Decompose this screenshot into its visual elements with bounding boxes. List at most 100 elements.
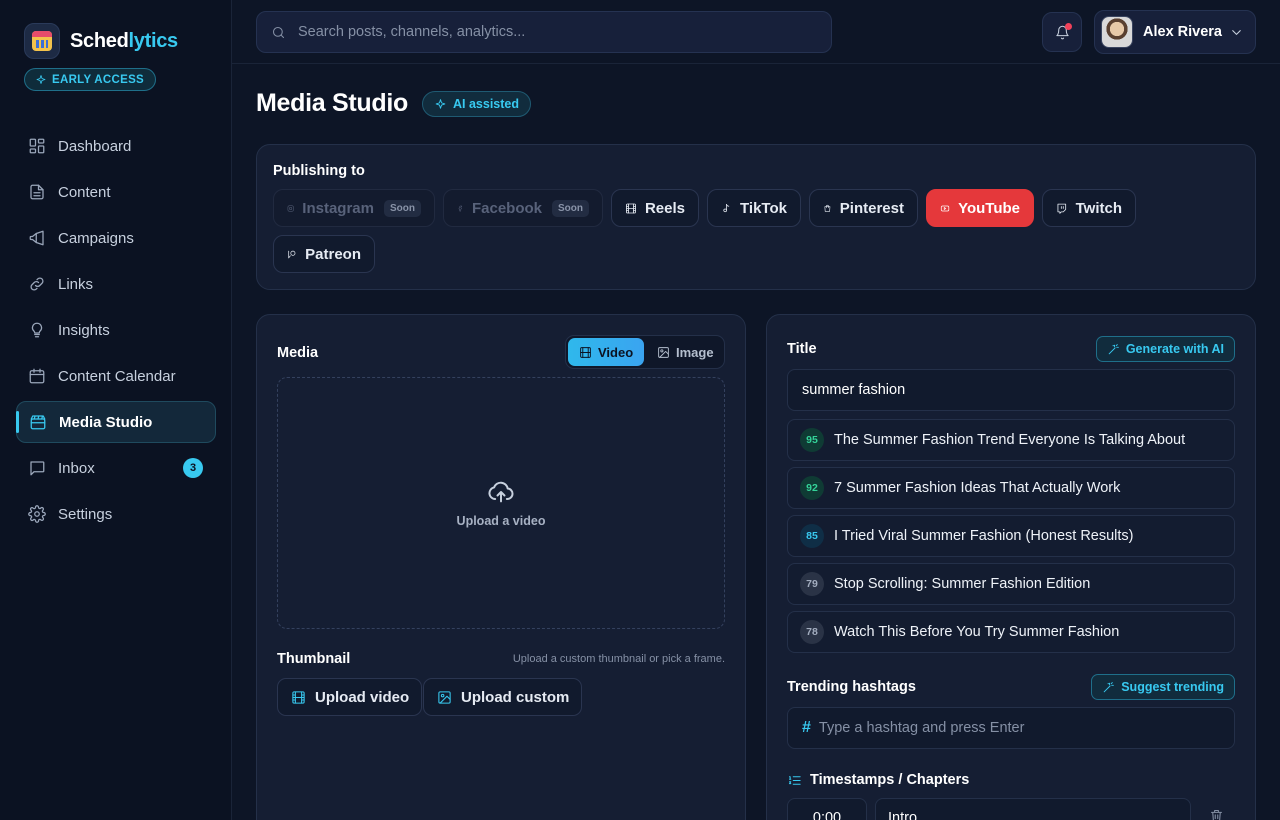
media-title: Media: [277, 345, 319, 361]
image-icon: [658, 346, 669, 358]
user-menu-button[interactable]: Alex Rivera: [1094, 10, 1256, 54]
timestamp-label-input[interactable]: Intro: [875, 798, 1191, 820]
twitch-icon: [1057, 203, 1067, 214]
score-badge: 79: [800, 572, 824, 596]
sidebar-item-label: Settings: [58, 505, 113, 523]
hashtag-input[interactable]: [818, 720, 1219, 736]
video-toggle-button[interactable]: Video: [568, 338, 645, 366]
sidebar-item-label: Campaigns: [58, 229, 134, 247]
notifications-button[interactable]: [1042, 12, 1082, 52]
link-icon: [30, 277, 44, 291]
file-icon: [30, 184, 44, 200]
title-suggestion[interactable]: 95 The Summer Fashion Trend Everyone Is …: [787, 419, 1235, 461]
sidebar-item-inbox[interactable]: Inbox 3: [16, 447, 216, 489]
channel-pinterest[interactable]: Pinterest: [809, 189, 918, 227]
notification-dot: [1065, 23, 1072, 30]
suggest-trending-button[interactable]: Suggest trending: [1091, 674, 1235, 700]
channel-instagram[interactable]: Instagram Soon: [273, 189, 435, 227]
sidebar-item-links[interactable]: Links: [16, 263, 216, 305]
grid-icon: [29, 138, 45, 154]
publishing-card: Publishing to Instagram Soon Facebook So…: [256, 144, 1256, 290]
cloud-upload-icon: [488, 481, 514, 503]
youtube-icon: [940, 205, 950, 211]
sidebar-item-media-studio[interactable]: Media Studio: [16, 401, 216, 443]
details-card: Title Generate with AI summer fashion 95…: [766, 314, 1256, 820]
timestamp-time-input[interactable]: 0:00: [787, 798, 867, 820]
title-suggestion[interactable]: 78 Watch This Before You Try Summer Fash…: [787, 611, 1235, 653]
sidebar-item-label: Insights: [58, 321, 110, 339]
upload-text: Upload a video: [456, 514, 546, 528]
inbox-count-badge: 3: [183, 458, 203, 478]
sidebar-item-label: Content: [58, 183, 111, 201]
sparkle-icon: [36, 74, 46, 84]
facebook-icon: [458, 205, 462, 211]
sidebar-item-settings[interactable]: Settings: [16, 493, 216, 535]
title-suggestion[interactable]: 85 I Tried Viral Summer Fashion (Honest …: [787, 515, 1235, 557]
ai-assisted-badge: AI assisted: [422, 91, 532, 117]
magic-wand-icon: [1103, 681, 1115, 692]
upload-video-button[interactable]: Upload video: [277, 678, 423, 716]
list-ordered-icon: [788, 775, 801, 785]
image-plus-icon: [438, 690, 451, 704]
score-badge: 78: [800, 620, 824, 644]
sidebar-item-dashboard[interactable]: Dashboard: [16, 125, 216, 167]
chevron-down-icon: [1232, 30, 1241, 35]
timestamps-heading: Timestamps / Chapters: [787, 772, 969, 788]
hashtags-label: Trending hashtags: [787, 679, 916, 695]
publishing-title: Publishing to: [273, 163, 365, 179]
sidebar-item-label: Content Calendar: [58, 367, 176, 385]
sidebar-item-label: Dashboard: [58, 137, 132, 155]
channel-youtube[interactable]: YouTube: [926, 189, 1034, 227]
brand-logo-icon: [24, 23, 60, 59]
channel-twitch[interactable]: Twitch: [1042, 189, 1136, 227]
instagram-icon: [287, 205, 294, 211]
top-bar: Alex Rivera: [232, 0, 1280, 64]
title-suggestion[interactable]: 79 Stop Scrolling: Summer Fashion Editio…: [787, 563, 1235, 605]
sidebar-item-content[interactable]: Content: [16, 171, 216, 213]
video-dropzone[interactable]: Upload a video: [277, 377, 725, 629]
sidebar-item-campaigns[interactable]: Campaigns: [16, 217, 216, 259]
film-icon: [626, 203, 636, 213]
title-suggestion[interactable]: 92 7 Summer Fashion Ideas That Actually …: [787, 467, 1235, 509]
brand-name: Schedlytics: [70, 29, 178, 52]
sidebar-item-content-calendar[interactable]: Content Calendar: [16, 355, 216, 397]
gear-icon: [28, 505, 46, 523]
film-icon: [580, 346, 591, 358]
upload-custom-button[interactable]: Upload custom: [423, 678, 583, 716]
thumbnail-title: Thumbnail: [277, 651, 351, 667]
generate-with-ai-button[interactable]: Generate with AI: [1095, 336, 1235, 362]
hashtag-field[interactable]: #: [787, 707, 1235, 749]
channel-facebook[interactable]: Facebook Soon: [443, 189, 603, 227]
image-toggle-button[interactable]: Image: [646, 338, 725, 366]
calendar-icon: [29, 368, 45, 384]
lightbulb-icon: [31, 322, 43, 338]
sidebar-item-label: Media Studio: [59, 413, 153, 431]
page-title: Media Studio: [256, 89, 408, 117]
search-icon: [272, 26, 285, 38]
channel-patreon[interactable]: Patreon: [273, 235, 375, 273]
sidebar-item-label: Links: [58, 275, 94, 293]
clapperboard-icon: [30, 415, 46, 430]
trash-icon[interactable]: [1209, 808, 1224, 820]
film-icon: [292, 690, 305, 704]
title-label: Title: [787, 341, 817, 357]
bag-icon: [824, 204, 831, 212]
patreon-icon: [288, 250, 296, 258]
score-badge: 85: [800, 524, 824, 548]
media-type-toggle: Video Image: [565, 335, 725, 369]
brand[interactable]: Schedlytics: [24, 23, 178, 59]
sidebar-item-insights[interactable]: Insights: [16, 309, 216, 351]
sidebar-item-label: Inbox: [58, 459, 95, 477]
score-badge: 95: [800, 428, 824, 452]
search-input[interactable]: [298, 24, 818, 40]
search-box[interactable]: [256, 11, 832, 53]
channel-tiktok[interactable]: TikTok: [707, 189, 801, 227]
megaphone-icon: [29, 230, 44, 246]
title-input[interactable]: summer fashion: [787, 369, 1235, 411]
message-icon: [30, 461, 45, 476]
soon-badge: Soon: [552, 199, 589, 217]
channel-reels[interactable]: Reels: [611, 189, 699, 227]
user-name: Alex Rivera: [1143, 24, 1222, 40]
avatar: [1101, 16, 1133, 48]
score-badge: 92: [800, 476, 824, 500]
